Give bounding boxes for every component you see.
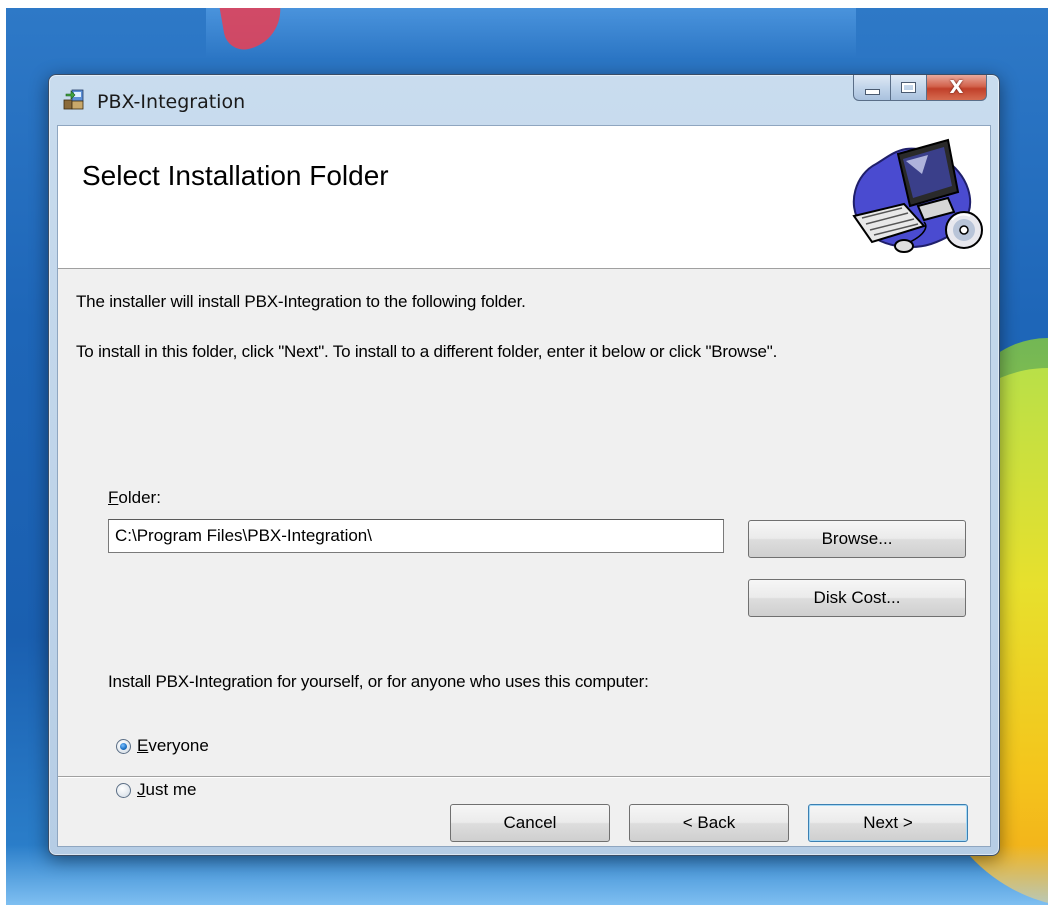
minimize-button[interactable]	[853, 75, 891, 101]
radio-just-me-label: Just me	[137, 780, 197, 800]
caption-buttons: X	[853, 75, 987, 103]
installer-app-icon	[63, 89, 84, 110]
browse-button[interactable]: Browse...	[748, 520, 966, 558]
back-button[interactable]: < Back	[629, 804, 789, 842]
radio-selected-dot	[120, 742, 127, 750]
radio-just-me-mnemonic: J	[137, 780, 146, 799]
header-banner: Select Installation Folder	[58, 126, 990, 269]
computer-setup-icon	[852, 138, 983, 253]
radio-everyone[interactable]: Everyone	[116, 736, 209, 756]
radio-everyone-indicator[interactable]	[116, 738, 131, 754]
instructions-text: To install in this folder, click "Next".…	[76, 342, 778, 361]
close-icon: X	[949, 77, 964, 98]
disk-cost-button[interactable]: Disk Cost...	[748, 579, 966, 617]
minimize-icon	[864, 88, 880, 95]
folder-path-input[interactable]	[108, 519, 724, 553]
close-button[interactable]: X	[927, 75, 987, 101]
radio-everyone-label: Everyone	[137, 736, 209, 756]
install-for-prompt: Install PBX-Integration for yourself, or…	[108, 672, 649, 691]
maximize-icon	[901, 82, 916, 93]
window-title: PBX-Integration	[97, 91, 246, 113]
folder-label: Folder:	[108, 488, 161, 508]
title-bar[interactable]: PBX-Integration X	[49, 75, 999, 125]
next-button[interactable]: Next >	[808, 804, 968, 842]
radio-everyone-mnemonic: E	[137, 736, 149, 755]
installer-window: PBX-Integration X Select Installation Fo…	[48, 74, 1000, 856]
intro-text: The installer will install PBX-Integrati…	[76, 292, 526, 311]
cancel-button[interactable]: Cancel	[450, 804, 610, 842]
maximize-button[interactable]	[891, 75, 927, 101]
radio-everyone-text: veryone	[148, 736, 209, 755]
radio-just-me-text: ust me	[145, 780, 197, 799]
radio-just-me-indicator[interactable]	[116, 782, 131, 798]
dialog-client-area: Select Installation Folder The installer…	[57, 125, 991, 847]
radio-just-me[interactable]: Just me	[116, 780, 197, 800]
footer-separator	[58, 776, 990, 778]
page-title: Select Installation Folder	[82, 160, 389, 191]
folder-label-mnemonic: F	[108, 488, 119, 507]
folder-label-text: older:	[118, 488, 161, 507]
desktop-glow	[206, 8, 856, 58]
